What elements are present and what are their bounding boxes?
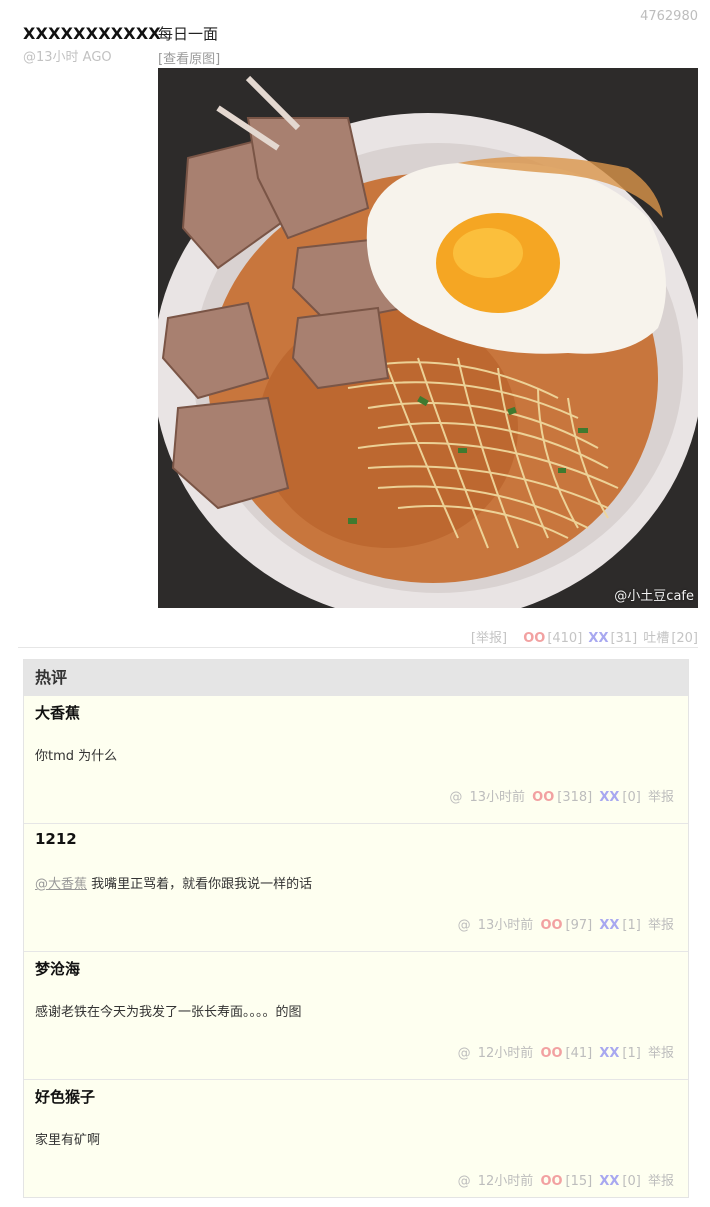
at-icon: @ [457, 1046, 471, 1061]
comment-time: 12小时前 [477, 1046, 534, 1061]
tucao-button[interactable]: 吐槽 [643, 631, 669, 646]
comment-time: 12小时前 [477, 1174, 534, 1189]
comment-body: 我嘴里正骂着，就看你跟我说一样的话 [87, 877, 313, 892]
comment-author[interactable]: 1212 [35, 830, 77, 848]
comment-report-link[interactable]: 举报 [648, 790, 674, 805]
report-link[interactable]: [举报] [471, 631, 507, 646]
divider [18, 647, 698, 648]
post-id: 4762980 [640, 9, 698, 24]
noodle-bowl-image [158, 68, 698, 608]
at-icon: @ [449, 790, 463, 805]
post-title: 每日一面 [158, 25, 219, 43]
comment-xx-count: [1] [622, 918, 641, 933]
comment-body: 家里有矿啊 [35, 1133, 101, 1148]
comment-oo-button[interactable]: OO [540, 1174, 562, 1189]
comment-oo-button[interactable]: OO [532, 790, 554, 805]
comment-oo-count: [318] [557, 790, 593, 805]
comment-author[interactable]: 大香蕉 [35, 702, 80, 723]
comment-oo-button[interactable]: OO [540, 1046, 562, 1061]
comment-xx-button[interactable]: XX [599, 1174, 619, 1189]
comment-oo-count: [41] [565, 1046, 593, 1061]
comment-body: 感谢老铁在今天为我发了一张长寿面。。。。的图 [35, 1005, 302, 1020]
comment-meta: @ 13小时前 OO [97] XX [1] 举报 [455, 914, 674, 933]
comment-xx-button[interactable]: XX [599, 1046, 619, 1061]
comment-report-link[interactable]: 举报 [648, 1174, 674, 1189]
post-author[interactable]: XXXXXXXXXXX [23, 24, 161, 43]
comment-text: 家里有矿啊 [35, 1129, 100, 1148]
comment-meta: @ 12小时前 OO [41] XX [1] 举报 [455, 1042, 674, 1061]
comment-text: 感谢老铁在今天为我发了一张长寿面。。。。的图 [35, 1001, 302, 1020]
comment-body: 你tmd 为什么 [35, 749, 118, 764]
comment-report-link[interactable]: 举报 [648, 1046, 674, 1061]
comment-report-link[interactable]: 举报 [648, 918, 674, 933]
hot-comments-panel: 热评 大香蕉 你tmd 为什么 @ 13小时前 OO [318] XX [0] 举报… [23, 659, 689, 1198]
comment-time: 13小时前 [469, 790, 526, 805]
comment-xx-button[interactable]: XX [599, 918, 619, 933]
post-image[interactable]: @小土豆cafe [158, 68, 698, 608]
comment-text: 你tmd 为什么 [35, 745, 117, 764]
comment-item: 梦沧海 感谢老铁在今天为我发了一张长寿面。。。。的图 @ 12小时前 OO [41… [24, 952, 688, 1080]
oo-count: [410] [547, 631, 583, 646]
comment-xx-count: [0] [622, 790, 641, 805]
image-watermark: @小土豆cafe [614, 589, 694, 604]
comment-time: 13小时前 [477, 918, 534, 933]
comment-author[interactable]: 好色猴子 [35, 1086, 95, 1107]
comment-item: 好色猴子 家里有矿啊 @ 12小时前 OO [15] XX [0] 举报 [24, 1080, 688, 1207]
comment-item: 1212 @大香蕉 我嘴里正骂着，就看你跟我说一样的话 @ 13小时前 OO [9… [24, 824, 688, 952]
comment-xx-count: [0] [622, 1174, 641, 1189]
post-actions: [举报] OO [410] XX [31] 吐槽 [20] [469, 627, 698, 646]
comment-item: 大香蕉 你tmd 为什么 @ 13小时前 OO [318] XX [0] 举报 [24, 696, 688, 824]
oo-button[interactable]: OO [523, 631, 545, 646]
hot-comments-title: 热评 [24, 660, 688, 696]
comment-text: @大香蕉 我嘴里正骂着，就看你跟我说一样的话 [35, 873, 312, 892]
xx-button[interactable]: XX [588, 631, 608, 646]
comment-xx-button[interactable]: XX [599, 790, 619, 805]
comment-oo-button[interactable]: OO [540, 918, 562, 933]
at-icon: @ [457, 918, 471, 933]
comment-meta: @ 13小时前 OO [318] XX [0] 举报 [446, 786, 674, 805]
post-time: @13小时 AGO [23, 50, 112, 65]
comment-mention-link[interactable]: @大香蕉 [35, 877, 87, 892]
comment-author[interactable]: 梦沧海 [35, 958, 80, 979]
xx-count: [31] [610, 631, 638, 646]
comment-oo-count: [97] [565, 918, 593, 933]
at-icon: @ [457, 1174, 471, 1189]
comment-xx-count: [1] [622, 1046, 641, 1061]
comment-oo-count: [15] [565, 1174, 593, 1189]
tucao-count: [20] [671, 631, 698, 646]
comment-meta: @ 12小时前 OO [15] XX [0] 举报 [455, 1170, 674, 1189]
view-original-link[interactable]: [查看原图] [158, 48, 220, 67]
